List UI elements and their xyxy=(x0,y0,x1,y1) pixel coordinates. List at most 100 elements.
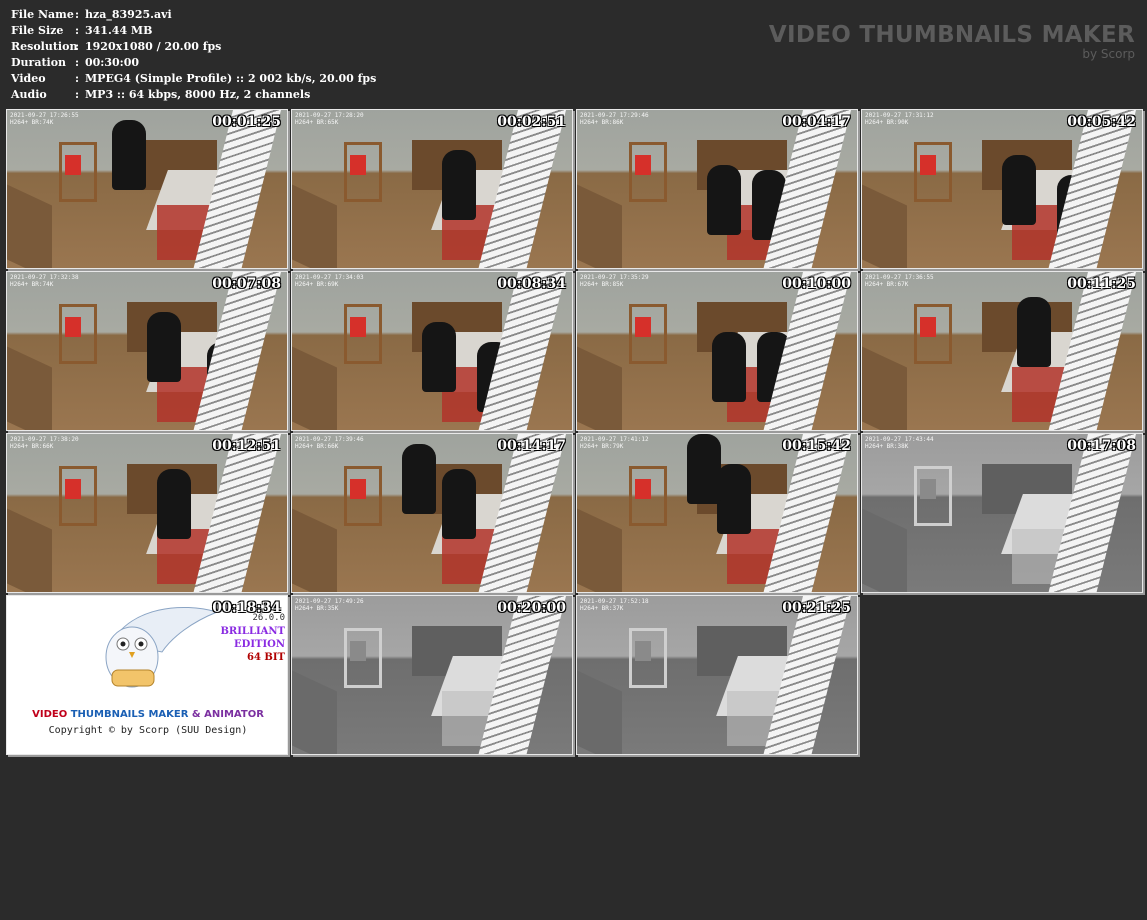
info-separator: : xyxy=(75,88,80,101)
info-label: Duration xyxy=(11,56,67,69)
bag xyxy=(350,155,366,175)
info-separator: : xyxy=(75,56,80,69)
camera-osd: 2021-09-27 17:39:46 H264+ BR:66K xyxy=(295,436,364,450)
bag xyxy=(635,641,651,661)
osd-info: H264+ BR:65K xyxy=(295,119,339,126)
bag xyxy=(635,155,651,175)
camera-osd: 2021-09-27 17:41:12 H264+ BR:79K xyxy=(580,436,649,450)
info-value: MPEG4 (Simple Profile) :: 2 002 kb/s, 20… xyxy=(85,72,377,85)
thumbnail-timestamp: 00:20:00 xyxy=(497,600,566,616)
cabinet xyxy=(292,346,337,430)
thumbnail-timestamp: 00:17:08 xyxy=(1067,438,1136,454)
osd-date: 2021-09-27 17:52:18 xyxy=(580,598,649,605)
person-figure xyxy=(147,312,181,382)
video-thumbnail[interactable]: 2021-09-27 17:35:29 H264+ BR:85K 00:10:00 xyxy=(576,271,858,431)
edition-label: 26.0.0 BRILLIANT EDITION 64 BIT xyxy=(220,612,285,664)
video-thumbnail[interactable]: 2021-09-27 17:36:55 H264+ BR:67K 00:11:25 xyxy=(861,271,1143,431)
osd-date: 2021-09-27 17:26:55 xyxy=(10,112,79,119)
osd-info: H264+ BR:38K xyxy=(865,443,909,450)
camera-osd: 2021-09-27 17:43:44 H264+ BR:38K xyxy=(865,436,934,450)
osd-info: H264+ BR:74K xyxy=(10,281,54,288)
info-label: Video xyxy=(11,72,46,85)
osd-info: H264+ BR:85K xyxy=(580,281,624,288)
video-thumbnail[interactable]: 2021-09-27 17:32:38 H264+ BR:74K 00:07:08 xyxy=(6,271,288,431)
thumbnail-timestamp: 00:01:25 xyxy=(212,114,281,130)
bag xyxy=(65,155,81,175)
osd-date: 2021-09-27 17:38:20 xyxy=(10,436,79,443)
camera-osd: 2021-09-27 17:28:20 H264+ BR:65K xyxy=(295,112,364,126)
person-figure xyxy=(442,469,476,539)
person-figure xyxy=(1002,155,1036,225)
video-thumbnail[interactable]: 2021-09-27 17:29:46 H264+ BR:86K 00:04:17 xyxy=(576,109,858,269)
camera-frame xyxy=(862,110,1142,268)
info-row: File Size:341.44 MB xyxy=(11,23,376,39)
video-thumbnail[interactable]: 26.0.0 BRILLIANT EDITION 64 BIT VIDEO THUMBN… xyxy=(6,595,288,755)
osd-info: H264+ BR:66K xyxy=(295,443,339,450)
thumbnail-timestamp: 00:12:51 xyxy=(212,438,281,454)
bag xyxy=(350,479,366,499)
cabinet xyxy=(7,508,52,592)
info-separator: : xyxy=(75,8,80,21)
video-thumbnail[interactable]: 2021-09-27 17:43:44 H264+ BR:38K 00:17:08 xyxy=(861,433,1143,593)
camera-osd: 2021-09-27 17:35:29 H264+ BR:85K xyxy=(580,274,649,288)
camera-osd: 2021-09-27 17:32:38 H264+ BR:74K xyxy=(10,274,79,288)
video-thumbnail[interactable]: 2021-09-27 17:39:46 H264+ BR:66K 00:14:17 xyxy=(291,433,573,593)
info-row: File Name: hza_83925.avi xyxy=(11,7,376,23)
info-label: File Name xyxy=(11,8,74,21)
bag xyxy=(920,155,936,175)
bag xyxy=(635,479,651,499)
camera-frame xyxy=(7,110,287,268)
copyright-text: Copyright © by Scorp (SUU Design) xyxy=(48,725,248,736)
osd-info: H264+ BR:35K xyxy=(295,605,339,612)
cabinet xyxy=(577,670,622,754)
video-thumbnail[interactable]: 2021-09-27 17:52:18 H264+ BR:37K 00:21:25 xyxy=(576,595,858,755)
thumbnail-timestamp: 00:11:25 xyxy=(1067,276,1136,292)
thumbnail-timestamp: 00:14:17 xyxy=(497,438,566,454)
osd-info: H264+ BR:37K xyxy=(580,605,624,612)
camera-frame xyxy=(862,272,1142,430)
thumbnail-timestamp: 00:05:42 xyxy=(1067,114,1136,130)
bag xyxy=(635,317,651,337)
person-figure xyxy=(717,464,751,534)
video-thumbnail[interactable]: 2021-09-27 17:49:26 H264+ BR:35K 00:20:00 xyxy=(291,595,573,755)
camera-osd: 2021-09-27 17:26:55 H264+ BR:74K xyxy=(10,112,79,126)
cabinet xyxy=(292,508,337,592)
thumbnail-timestamp: 00:02:51 xyxy=(497,114,566,130)
camera-osd: 2021-09-27 17:34:03 H264+ BR:69K xyxy=(295,274,364,288)
video-thumbnail[interactable]: 2021-09-27 17:26:55 H264+ BR:74K 00:01:25 xyxy=(6,109,288,269)
info-row: Audio: MP3 :: 64 kbps, 8000 Hz, 2 channel… xyxy=(11,87,376,103)
video-thumbnail[interactable]: 2021-09-27 17:28:20 H264+ BR:65K 00:02:51 xyxy=(291,109,573,269)
bag xyxy=(920,479,936,499)
osd-date: 2021-09-27 17:49:26 xyxy=(295,598,364,605)
brand-subtitle: by Scorp xyxy=(1082,47,1135,61)
camera-osd: 2021-09-27 17:31:12 H264+ BR:90K xyxy=(865,112,934,126)
info-value: hza_83925.avi xyxy=(85,8,172,21)
info-label: File Size xyxy=(11,24,64,37)
osd-date: 2021-09-27 17:35:29 xyxy=(580,274,649,281)
osd-date: 2021-09-27 17:31:12 xyxy=(865,112,934,119)
video-thumbnail[interactable]: 2021-09-27 17:38:20 H264+ BR:66K 00:12:51 xyxy=(6,433,288,593)
camera-frame xyxy=(577,272,857,430)
person-figure xyxy=(422,322,456,392)
camera-frame xyxy=(7,272,287,430)
camera-frame xyxy=(292,272,572,430)
person-figure xyxy=(402,444,436,514)
osd-info: H264+ BR:67K xyxy=(865,281,909,288)
bag xyxy=(65,479,81,499)
bag xyxy=(350,317,366,337)
cabinet xyxy=(7,346,52,430)
video-thumbnail[interactable]: 2021-09-27 17:31:12 H264+ BR:90K 00:05:42 xyxy=(861,109,1143,269)
info-label: Resolution xyxy=(11,40,78,53)
edition-line: EDITION xyxy=(234,639,285,650)
osd-date: 2021-09-27 17:29:46 xyxy=(580,112,649,119)
cabinet xyxy=(292,670,337,754)
cabinet xyxy=(862,346,907,430)
video-thumbnail[interactable]: 2021-09-27 17:41:12 H264+ BR:79K 00:15:42 xyxy=(576,433,858,593)
camera-osd: 2021-09-27 17:36:55 H264+ BR:67K xyxy=(865,274,934,288)
video-thumbnail[interactable]: 2021-09-27 17:34:03 H264+ BR:69K 00:08:34 xyxy=(291,271,573,431)
thumbnail-timestamp: 00:21:25 xyxy=(782,600,851,616)
camera-frame xyxy=(577,434,857,592)
info-value: 00:30:00 xyxy=(85,56,140,69)
info-label: Audio xyxy=(11,88,47,101)
file-info-panel: File Name: hza_83925.avi File Size:341.44 … xyxy=(11,7,376,103)
